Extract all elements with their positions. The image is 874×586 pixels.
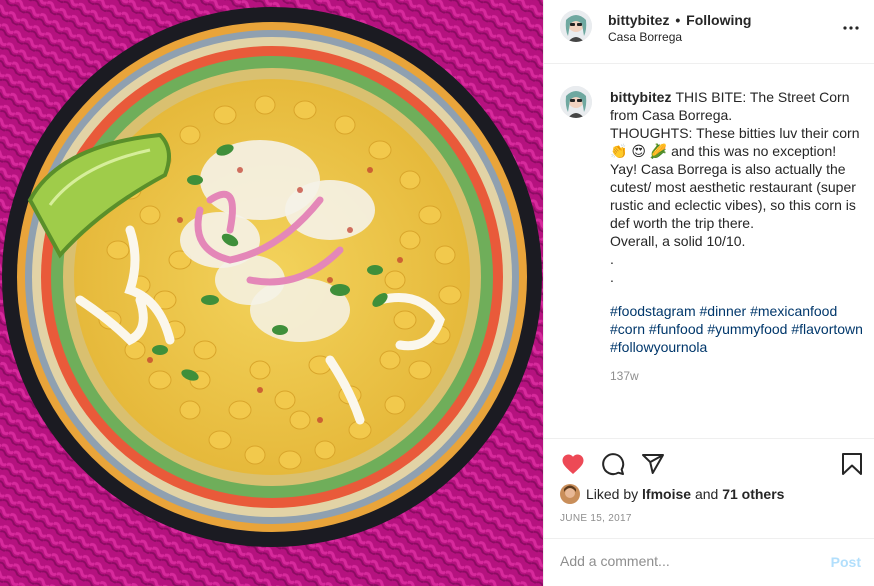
post-location[interactable]: Casa Borrega bbox=[608, 30, 682, 44]
more-horizontal-icon[interactable] bbox=[841, 18, 861, 38]
post-header: bittybitez • Following Casa Borrega bbox=[544, 0, 874, 64]
following-button[interactable]: Following bbox=[686, 12, 751, 28]
bookmark-icon[interactable] bbox=[839, 451, 865, 477]
heart-filled-icon[interactable] bbox=[560, 451, 586, 477]
caption-username[interactable]: bittybitez bbox=[610, 89, 671, 105]
likes-others[interactable]: 71 others bbox=[722, 486, 784, 502]
liker-avatar[interactable] bbox=[560, 484, 580, 504]
hashtag-link[interactable]: #corn bbox=[610, 321, 645, 337]
header-user-line: bittybitez • Following bbox=[608, 12, 751, 28]
action-bar: Liked by lfmoise and 71 others JUNE 15, … bbox=[544, 438, 874, 538]
hashtag-link[interactable]: #yummyfood bbox=[707, 321, 787, 337]
hashtag-link[interactable]: #foodstagram bbox=[610, 303, 696, 319]
avatar-illustration bbox=[560, 10, 592, 42]
caption-text: bittybitez THIS BITE: The Street Corn fro… bbox=[610, 88, 864, 286]
street-corn-photo bbox=[0, 0, 543, 586]
caption-author-avatar[interactable] bbox=[560, 86, 592, 118]
likes-prefix: Liked by bbox=[586, 486, 639, 502]
post-details-panel: bittybitez • Following Casa Borrega bitt… bbox=[543, 0, 874, 586]
likes-summary[interactable]: Liked by lfmoise and 71 others bbox=[560, 484, 784, 504]
hashtag-link[interactable]: #followyournola bbox=[610, 339, 707, 355]
post-comment-button[interactable]: Post bbox=[831, 554, 861, 570]
likes-conjunction: and bbox=[694, 486, 719, 502]
post-image[interactable] bbox=[0, 0, 543, 586]
hashtag-link[interactable]: #mexicanfood bbox=[750, 303, 837, 319]
post-date[interactable]: JUNE 15, 2017 bbox=[560, 513, 632, 524]
comment-icon[interactable] bbox=[600, 451, 626, 477]
author-username[interactable]: bittybitez bbox=[608, 12, 669, 28]
caption-section: bittybitez THIS BITE: The Street Corn fro… bbox=[544, 64, 874, 438]
hashtag-list: #foodstagram #dinner #mexicanfood #corn … bbox=[610, 302, 870, 356]
caption-age: 137w bbox=[610, 369, 639, 383]
comment-composer: Post bbox=[544, 538, 874, 586]
author-avatar[interactable] bbox=[560, 10, 592, 42]
hashtag-link[interactable]: #funfood bbox=[649, 321, 704, 337]
caption-body: THIS BITE: The Street Corn from Casa Bor… bbox=[610, 89, 860, 285]
avatar-illustration bbox=[560, 86, 592, 118]
liker-username[interactable]: lfmoise bbox=[642, 486, 691, 502]
hashtag-link[interactable]: #flavortown bbox=[791, 321, 863, 337]
separator-dot: • bbox=[675, 12, 681, 28]
paper-plane-icon[interactable] bbox=[640, 451, 666, 477]
comment-input[interactable] bbox=[560, 553, 810, 569]
hashtag-link[interactable]: #dinner bbox=[700, 303, 747, 319]
